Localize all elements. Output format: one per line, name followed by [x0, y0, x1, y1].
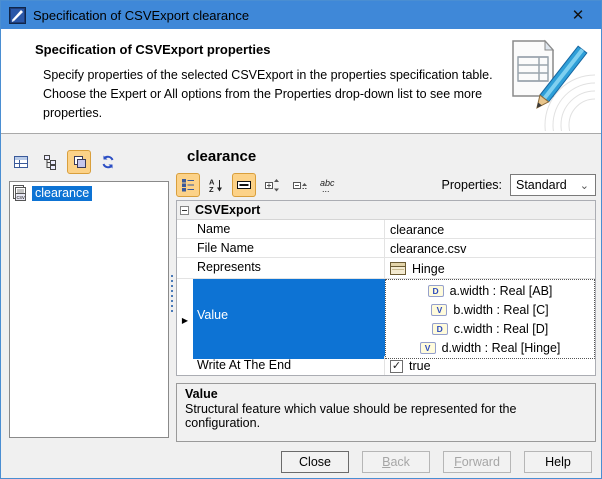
- property-row-value[interactable]: ▶ Value D a.width : Real [AB] V b.width …: [177, 279, 595, 359]
- properties-table-icon[interactable]: [9, 150, 33, 174]
- value-item[interactable]: D c.width : Real [D]: [431, 319, 548, 338]
- tree-item-clearance[interactable]: csv clearance: [12, 184, 166, 202]
- properties-dropdown-value: Standard: [516, 177, 567, 192]
- header-description: Specify properties of the selected CSVEx…: [43, 68, 493, 120]
- properties-toolbar: A Z abc ... Properties: Standard ⌄: [176, 171, 596, 198]
- tree-item-label: clearance: [32, 185, 93, 201]
- svg-text:Z: Z: [209, 185, 214, 193]
- property-row-file-name[interactable]: File Name clearance.csv: [177, 239, 595, 258]
- element-name-heading: clearance: [187, 148, 257, 165]
- forward-button[interactable]: Forward: [443, 451, 511, 473]
- close-icon[interactable]: ✕: [555, 1, 601, 29]
- left-toolbar: [9, 146, 169, 178]
- abc-edit-icon[interactable]: abc ...: [316, 173, 340, 197]
- close-button[interactable]: Close: [281, 451, 349, 473]
- categorized-view-icon[interactable]: [176, 172, 200, 197]
- back-button[interactable]: Back: [362, 451, 430, 473]
- description-panel: Value Structural feature which value sho…: [176, 383, 596, 442]
- block-icon: [390, 262, 407, 275]
- dialog-header: Specification of CSVExport properties Sp…: [1, 29, 601, 176]
- part-property-badge: D: [431, 322, 448, 335]
- group-row-csvexport[interactable]: CSVExport: [177, 201, 595, 220]
- left-panel: csv clearance: [9, 146, 169, 438]
- property-value: Hinge: [412, 261, 445, 276]
- value-item[interactable]: D a.width : Real [AB]: [427, 281, 552, 300]
- value-item[interactable]: V b.width : Real [C]: [431, 300, 549, 319]
- property-label: Value: [193, 279, 385, 359]
- collapse-nodes-icon[interactable]: [288, 173, 312, 197]
- part-property-badge: D: [427, 284, 444, 297]
- property-label: Write At The End: [193, 356, 385, 375]
- property-label: Represents: [193, 258, 385, 278]
- description-text: Structural feature which value should be…: [185, 402, 517, 430]
- svg-text:...: ...: [322, 184, 330, 193]
- svg-text:csv: csv: [17, 195, 26, 201]
- property-value[interactable]: clearance.csv: [385, 239, 595, 257]
- collapse-expander-icon[interactable]: [180, 205, 189, 215]
- selected-row-marker: ▶: [177, 279, 193, 359]
- value-item[interactable]: V d.width : Real [Hinge]: [419, 338, 560, 357]
- property-value[interactable]: clearance: [385, 220, 595, 238]
- titlebar: Specification of CSVExport clearance ✕: [1, 1, 601, 29]
- specification-dialog: Specification of CSVExport clearance ✕ S…: [0, 0, 602, 479]
- checkbox-checked[interactable]: ✓: [390, 359, 403, 373]
- main-area: csv clearance clearance A Z abc ... Prop…: [1, 134, 601, 451]
- document-pencil-illustration: [499, 33, 601, 176]
- property-label: Name: [193, 220, 385, 238]
- properties-dropdown-label: Properties:: [441, 177, 502, 192]
- show-description-icon[interactable]: [232, 172, 256, 197]
- expand-nodes-icon[interactable]: [260, 173, 284, 197]
- value-list: D a.width : Real [AB] V b.width : Real […: [385, 279, 595, 359]
- footer-buttons: Close Back Forward Help: [1, 451, 601, 478]
- element-tree: csv clearance: [9, 181, 169, 438]
- containment-tree-icon[interactable]: [38, 150, 62, 174]
- value-property-badge: V: [419, 341, 436, 354]
- description-title: Value: [185, 387, 218, 401]
- property-value: true: [409, 359, 431, 373]
- window-title: Specification of CSVExport clearance: [33, 7, 250, 23]
- properties-dropdown[interactable]: Standard ⌄: [510, 173, 596, 196]
- app-icon: [9, 6, 26, 24]
- property-table: CSVExport Name clearance File Name clear…: [176, 200, 596, 376]
- group-label: CSVExport: [195, 203, 261, 217]
- property-row-write-at-the-end[interactable]: Write At The End ✓ true: [177, 356, 595, 375]
- sort-alphabetically-icon[interactable]: A Z: [204, 173, 228, 197]
- refresh-icon[interactable]: [96, 150, 120, 174]
- panel-splitter[interactable]: [168, 148, 175, 438]
- property-row-name[interactable]: Name clearance: [177, 220, 595, 239]
- csv-export-element-icon: csv: [12, 185, 29, 201]
- composite-squares-icon[interactable]: [67, 150, 91, 174]
- value-property-badge: V: [431, 303, 448, 316]
- property-row-represents[interactable]: Represents Hinge: [177, 258, 595, 279]
- property-label: File Name: [193, 239, 385, 257]
- help-button[interactable]: Help: [524, 451, 592, 473]
- chevron-down-icon: ⌄: [579, 179, 589, 192]
- right-panel: clearance A Z abc ... Properties: Standa…: [176, 134, 596, 442]
